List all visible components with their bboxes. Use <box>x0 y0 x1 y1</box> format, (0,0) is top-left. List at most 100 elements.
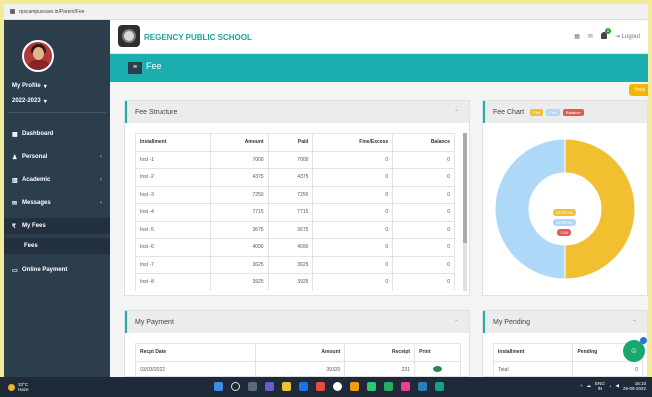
legend-fee[interactable]: Fee <box>530 108 544 116</box>
table-row: Total 0 <box>493 360 643 377</box>
sidebar-item-dashboard[interactable]: ▦ Dashboard <box>4 126 110 142</box>
app-window: rpscampuscare.in/Parent/Fee My Profile ▾… <box>4 4 648 377</box>
table-cell: 3625 <box>267 255 314 274</box>
column-header: Fine/Excess <box>312 133 394 152</box>
fee-structure-panel: Fee Structure ⌃ Installment Amount Paid … <box>124 100 470 296</box>
lock-icon <box>10 9 15 14</box>
wifi-icon[interactable]: ◔ <box>609 384 612 389</box>
sidebar-item-academic[interactable]: ▥ Academic ‹ <box>4 172 110 188</box>
table-cell: 7715 <box>209 203 269 222</box>
panel-header: Fee Structure ⌃ <box>125 101 469 123</box>
collapse-icon[interactable]: ⌃ <box>454 109 459 116</box>
balance-total-label: 0.00 <box>557 229 572 236</box>
payment-table-wrap[interactable]: Recpt Date Amount Receipt Print 03/03/20… <box>135 343 465 377</box>
sidebar-item-personal[interactable]: ♟ Personal ‹ <box>4 149 110 165</box>
my-profile-label: My Profile <box>12 83 41 89</box>
file-explorer-icon[interactable] <box>282 382 291 391</box>
session-year-select[interactable]: 2022-2023 ▾ <box>4 93 110 109</box>
table-cell: Inst -2 <box>135 168 211 187</box>
table-cell: 4090 <box>267 238 314 257</box>
column-header: Amount <box>254 343 346 362</box>
table-cell: 0 <box>392 203 455 222</box>
table-cell: Inst -8 <box>135 273 211 291</box>
url-text[interactable]: rpscampuscare.in/Parent/Fee <box>19 9 85 15</box>
chevron-up-icon[interactable]: ^ <box>580 384 582 389</box>
sidebar-item-online-payment[interactable]: ▭ Online Payment <box>4 262 110 278</box>
app-icon[interactable] <box>418 382 427 391</box>
print-receipt-icon[interactable] <box>433 365 443 372</box>
chevron-down-icon: ▾ <box>43 83 47 90</box>
table-cell: 3925 <box>209 273 269 291</box>
clock[interactable]: 16:10 29-09-2022 <box>623 381 646 391</box>
collapse-icon[interactable]: ⌃ <box>454 319 459 326</box>
app-icon[interactable] <box>367 382 376 391</box>
chat-icon: ☺ <box>629 346 639 355</box>
top-header: REGENCY PUBLIC SCHOOL ▦ ✉ 0 ⇥ Logout <box>110 20 648 54</box>
help-button[interactable]: Help <box>629 84 648 96</box>
cloud-icon[interactable]: ☁ <box>587 383 592 389</box>
chat-badge <box>640 337 647 344</box>
pending-table-wrap: Installment Pending Total 0 <box>493 343 643 377</box>
notification-badge: 0 <box>604 28 611 34</box>
speaker-icon[interactable]: ◀ <box>616 383 619 389</box>
sidebar-item-my-fees[interactable]: ₹ My Fees <box>4 218 110 234</box>
office-icon[interactable] <box>316 382 325 391</box>
table-row: Inst -4 7715 7715 0 0 <box>135 203 455 222</box>
column-header: Amount <box>209 133 269 152</box>
main-content: Fee Structure ⌃ Installment Amount Paid … <box>110 82 648 377</box>
chrome-icon[interactable] <box>333 382 342 391</box>
column-header: Receipt <box>344 343 416 362</box>
haze-sun-icon <box>8 383 15 391</box>
panel-title: My Payment <box>135 318 174 326</box>
search-icon[interactable] <box>231 382 240 391</box>
table-cell: 03/03/2022 <box>135 360 256 377</box>
browser-url-bar[interactable]: rpscampuscare.in/Parent/Fee <box>4 4 648 20</box>
legend-paid[interactable]: Paid <box>546 108 561 116</box>
weather-widget[interactable]: 33°C Haze <box>8 382 29 392</box>
table-row: Inst -8 3925 3925 0 0 <box>135 273 455 291</box>
table-cell: 0 <box>392 273 455 291</box>
help-label: Help <box>634 87 646 93</box>
panel-header: My Pending ⌃ <box>483 311 647 333</box>
app-icon[interactable] <box>350 382 359 391</box>
task-view-icon[interactable] <box>248 382 257 391</box>
table-header-row: Installment Amount Paid Fine/Excess Bala… <box>135 133 455 152</box>
legend-balance[interactable]: Balance <box>563 108 584 116</box>
pending-table: Installment Pending Total 0 <box>493 343 643 377</box>
table-cell: 7250 <box>209 185 269 204</box>
excel-icon[interactable] <box>384 382 393 391</box>
scrollbar-thumb[interactable] <box>463 133 467 243</box>
table-cell: 0 <box>312 220 394 239</box>
collapse-icon[interactable]: ⌃ <box>632 319 637 326</box>
teams-icon[interactable] <box>265 382 274 391</box>
envelope-icon[interactable]: ✉ <box>588 33 593 40</box>
windows-start-icon[interactable] <box>214 382 223 391</box>
logout-icon: ⇥ <box>614 34 620 40</box>
table-scrollbar[interactable] <box>463 133 467 291</box>
fee-structure-table-wrap[interactable]: Installment Amount Paid Fine/Excess Bala… <box>135 133 465 291</box>
panel-title: My Pending <box>493 318 530 326</box>
logout-button[interactable]: ⇥ Logout <box>615 33 640 40</box>
table-row: Inst -7 3625 3625 0 0 <box>135 255 455 274</box>
sidebar-item-label: Fees <box>24 243 38 249</box>
table-row: Inst -2 4375 4375 0 0 <box>135 168 455 187</box>
edge-icon[interactable] <box>299 382 308 391</box>
sidebar-subitem-fees[interactable]: Fees <box>4 238 110 254</box>
user-icon: ♟ <box>12 154 18 161</box>
my-profile-menu[interactable]: My Profile ▾ <box>4 78 110 94</box>
avatar[interactable] <box>22 40 54 72</box>
sidebar-item-messages[interactable]: ✉ Messages ‹ <box>4 195 110 211</box>
bell-icon[interactable]: 0 <box>600 28 611 41</box>
column-header: Installment <box>135 133 211 152</box>
grid-icon[interactable]: ▦ <box>574 33 580 40</box>
app-icon[interactable] <box>435 382 444 391</box>
table-cell: 0 <box>392 168 455 187</box>
chat-bot-button[interactable]: ☺ <box>623 337 647 362</box>
input-language[interactable]: ENG IN <box>595 381 605 391</box>
table-header-row: Recpt Date Amount Receipt Print <box>135 343 461 362</box>
app-icon[interactable] <box>401 382 410 391</box>
school-logo <box>118 25 140 47</box>
table-cell: 39320 <box>254 360 346 377</box>
my-payment-panel: My Payment ⌃ Recpt Date Amount Receipt P… <box>124 310 470 377</box>
menu-toggle-icon[interactable]: ≡ <box>128 62 142 74</box>
